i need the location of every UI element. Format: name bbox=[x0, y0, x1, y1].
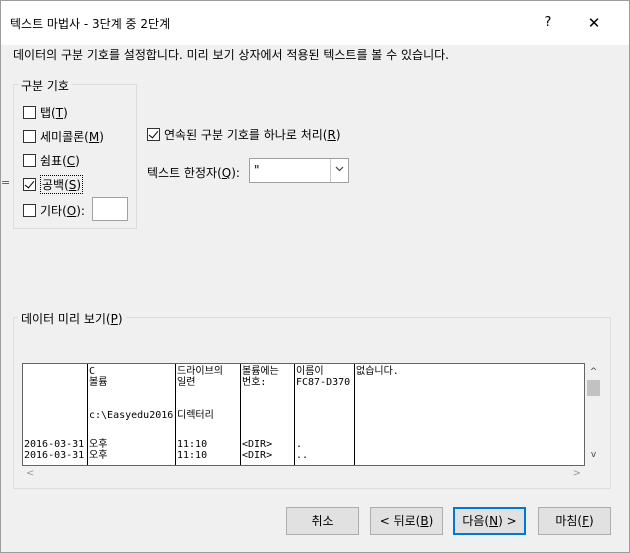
scroll-left-icon[interactable]: < bbox=[26, 468, 34, 479]
delimiters-legend: 구분 기호 bbox=[18, 77, 72, 94]
finish-button-prefix: 마침( bbox=[555, 514, 583, 528]
finish-button[interactable]: 마침(F) bbox=[538, 507, 611, 535]
preview-cell: .. bbox=[296, 450, 309, 461]
instructions-text: 데이터의 구분 기호를 설정합니다. 미리 보기 상자에서 적용된 텍스트를 볼… bbox=[13, 48, 449, 62]
data-preview-legend-text: 데이터 미리 보기 bbox=[21, 312, 106, 326]
finish-button-key: F bbox=[582, 514, 589, 528]
scroll-right-icon[interactable]: > bbox=[573, 468, 581, 479]
help-button[interactable]: ? bbox=[533, 9, 563, 37]
next-button-key: N bbox=[489, 514, 499, 528]
next-button-suffix: ) > bbox=[498, 514, 517, 528]
back-button-prefix: < 뒤로( bbox=[379, 514, 421, 528]
text-qualifier-label: 텍스트 한정자(Q): bbox=[147, 166, 240, 180]
text-qualifier-value: " bbox=[254, 163, 260, 177]
back-button[interactable]: < 뒤로(B) bbox=[370, 507, 443, 535]
preview-cell: 드라이브의 bbox=[177, 366, 223, 377]
text-qualifier-label-text: 텍스트 한정자 bbox=[147, 166, 218, 180]
checkbox-comma-box[interactable] bbox=[23, 153, 36, 167]
text-qualifier-key: Q bbox=[221, 166, 232, 180]
text-qualifier-suffix: : bbox=[235, 166, 240, 180]
preview-column-divider[interactable] bbox=[175, 364, 176, 465]
preview-horizontal-scrollbar[interactable]: < > bbox=[22, 466, 585, 483]
preview-cell: c:\Easyedu2016 bbox=[89, 410, 174, 421]
preview-vertical-scrollbar[interactable]: ^ v bbox=[585, 363, 602, 466]
data-preview-key: P bbox=[110, 312, 118, 326]
text-import-wizard-dialog: 텍스트 마법사 - 3단계 중 2단계 ? ✕ 데이터의 구분 기호를 설정합니… bbox=[0, 0, 630, 553]
side-marker: = bbox=[1, 176, 11, 189]
chevron-down-icon[interactable] bbox=[330, 159, 348, 182]
preview-cell: 없습니다. bbox=[356, 366, 399, 377]
checkbox-comma[interactable]: 쉼표(C) bbox=[23, 151, 80, 169]
preview-cell: 일련 bbox=[177, 377, 196, 388]
preview-cell: <DIR> bbox=[242, 439, 273, 450]
checkbox-semicolon[interactable]: 세미콜론(M) bbox=[23, 127, 104, 145]
preview-column-divider[interactable] bbox=[294, 364, 295, 465]
preview-cell: . bbox=[296, 439, 303, 450]
back-button-key: B bbox=[420, 514, 429, 528]
preview-cell: 2016-03-31 bbox=[24, 450, 85, 461]
preview-cell: 이름이 bbox=[296, 366, 324, 377]
checkbox-tab-label: 탭 bbox=[40, 105, 52, 120]
finish-button-suffix: ) bbox=[588, 514, 594, 528]
preview-cell: 11:10 bbox=[177, 439, 208, 450]
next-button[interactable]: 다음(N) > bbox=[453, 507, 526, 535]
title-bar: 텍스트 마법사 - 3단계 중 2단계 ? ✕ bbox=[1, 1, 629, 45]
preview-cell: <DIR> bbox=[242, 450, 273, 461]
window-title: 텍스트 마법사 - 3단계 중 2단계 bbox=[10, 17, 171, 31]
preview-column-divider[interactable] bbox=[87, 364, 88, 465]
preview-cell: 오후 bbox=[89, 450, 108, 461]
checkbox-other-label: 기타 bbox=[40, 203, 63, 218]
data-preview-legend: 데이터 미리 보기(P) bbox=[18, 310, 126, 327]
cancel-button[interactable]: 취소 bbox=[286, 507, 359, 535]
preview-cell: 볼륨 bbox=[89, 377, 108, 388]
dialog-body: 데이터의 구분 기호를 설정합니다. 미리 보기 상자에서 적용된 텍스트를 볼… bbox=[1, 45, 629, 552]
checkbox-tab-key: T bbox=[55, 105, 64, 120]
checkbox-other-key: O bbox=[66, 203, 77, 218]
preview-cell: 번호: bbox=[242, 377, 267, 388]
checkbox-consecutive[interactable]: 연속된 구분 기호를 하나로 처리(R) bbox=[147, 125, 341, 143]
next-button-prefix: 다음( bbox=[462, 514, 490, 528]
checkbox-semicolon-label: 세미콜론 bbox=[40, 129, 85, 144]
checkbox-other[interactable]: 기타(O): bbox=[23, 201, 85, 219]
scroll-down-icon[interactable]: v bbox=[585, 450, 602, 462]
other-delimiter-input[interactable] bbox=[92, 197, 128, 221]
checkbox-tab[interactable]: 탭(T) bbox=[23, 103, 68, 121]
back-button-suffix: ) bbox=[428, 514, 434, 528]
preview-cell: C bbox=[89, 366, 96, 377]
preview-cell: 2016-03-31 bbox=[24, 439, 85, 450]
scroll-up-icon[interactable]: ^ bbox=[585, 367, 602, 379]
checkbox-space-box[interactable] bbox=[23, 177, 36, 191]
preview-cell: 볼륨에는 bbox=[242, 366, 279, 377]
checkbox-space-label: 공백 bbox=[42, 177, 65, 192]
checkbox-space[interactable]: 공백(S) bbox=[23, 174, 84, 194]
close-button[interactable]: ✕ bbox=[579, 9, 609, 37]
checkbox-tab-box[interactable] bbox=[23, 105, 36, 119]
checkbox-comma-key: C bbox=[66, 153, 76, 168]
preview-cell: FC87-D370 bbox=[296, 377, 351, 388]
text-qualifier-select[interactable]: " bbox=[249, 158, 349, 183]
preview-column-divider[interactable] bbox=[354, 364, 355, 465]
checkbox-semicolon-box[interactable] bbox=[23, 129, 36, 143]
data-preview-box[interactable]: 2016-03-31 2016-03-31 C 볼륨 c:\Easyedu2016 오후 오… bbox=[22, 363, 585, 466]
checkbox-consecutive-label: 연속된 구분 기호를 하나로 처리 bbox=[164, 127, 323, 142]
checkbox-comma-label: 쉼표 bbox=[40, 153, 63, 168]
checkbox-space-key: S bbox=[68, 177, 77, 192]
checkbox-other-suffix: : bbox=[80, 203, 85, 218]
chevron-down-icon-svg bbox=[335, 166, 344, 172]
checkbox-other-box[interactable] bbox=[23, 203, 36, 217]
checkbox-consecutive-box[interactable] bbox=[147, 127, 160, 141]
checkbox-semicolon-key: M bbox=[88, 129, 100, 144]
preview-cell: 오후 bbox=[89, 439, 108, 450]
checkbox-consecutive-key: R bbox=[327, 127, 336, 142]
preview-cell: 디렉터리 bbox=[177, 410, 214, 421]
scroll-thumb[interactable] bbox=[587, 380, 600, 396]
preview-column-divider[interactable] bbox=[240, 364, 241, 465]
preview-cell: 11:10 bbox=[177, 450, 208, 461]
